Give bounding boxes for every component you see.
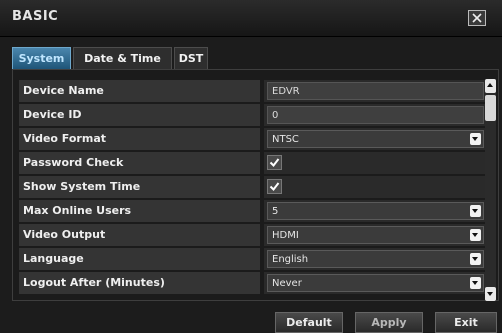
exit-button[interactable]: Exit [435, 312, 497, 333]
select-value: HDMI [272, 230, 299, 241]
select-value: 5 [272, 206, 279, 217]
dropdown-arrow-icon[interactable] [470, 229, 481, 241]
default-button[interactable]: Default [275, 312, 343, 333]
dropdown-arrow-icon[interactable] [470, 277, 481, 289]
max-online-users-select[interactable]: 5 [267, 202, 484, 220]
scroll-up-icon[interactable] [485, 79, 496, 93]
tab-date-time[interactable]: Date & Time [73, 47, 172, 69]
setting-label: Device ID [19, 104, 260, 126]
checkmark-icon [269, 158, 280, 168]
language-select[interactable]: English [267, 250, 484, 268]
title-bar: BASIC [0, 0, 502, 37]
dropdown-arrow-icon[interactable] [470, 253, 481, 265]
setting-label: Language [19, 248, 260, 270]
logout-after-select[interactable]: Never [267, 274, 484, 292]
vertical-scrollbar[interactable] [485, 79, 496, 301]
select-value: English [272, 254, 309, 265]
setting-label: Video Output [19, 224, 260, 246]
tab-system[interactable]: System [12, 47, 71, 69]
select-value: NTSC [272, 134, 299, 145]
close-button[interactable] [468, 10, 486, 26]
close-icon [472, 13, 482, 23]
window-title: BASIC [12, 9, 59, 24]
dropdown-arrow-icon[interactable] [470, 205, 481, 217]
settings-panel: Device Name EDVR Device ID 0 Video Forma… [12, 69, 499, 301]
select-value: Never [272, 278, 302, 289]
setting-label: Video Format [19, 128, 260, 150]
dropdown-arrow-icon[interactable] [470, 133, 481, 145]
setting-label: Device Name [19, 80, 260, 102]
device-id-input[interactable]: 0 [267, 106, 484, 124]
scroll-down-icon[interactable] [485, 287, 496, 301]
password-check-checkbox[interactable] [267, 155, 282, 170]
checkmark-icon [269, 182, 280, 192]
scroll-thumb[interactable] [485, 95, 496, 121]
video-output-select[interactable]: HDMI [267, 226, 484, 244]
device-name-input[interactable]: EDVR [267, 82, 484, 100]
setting-label: Password Check [19, 152, 260, 174]
setting-label: Max Online Users [19, 200, 260, 222]
video-format-select[interactable]: NTSC [267, 130, 484, 148]
show-system-time-checkbox[interactable] [267, 179, 282, 194]
tab-dst[interactable]: DST [174, 47, 208, 69]
setting-label: Show System Time [19, 176, 260, 198]
setting-label: Logout After (Minutes) [19, 272, 260, 294]
apply-button[interactable]: Apply [355, 312, 423, 333]
